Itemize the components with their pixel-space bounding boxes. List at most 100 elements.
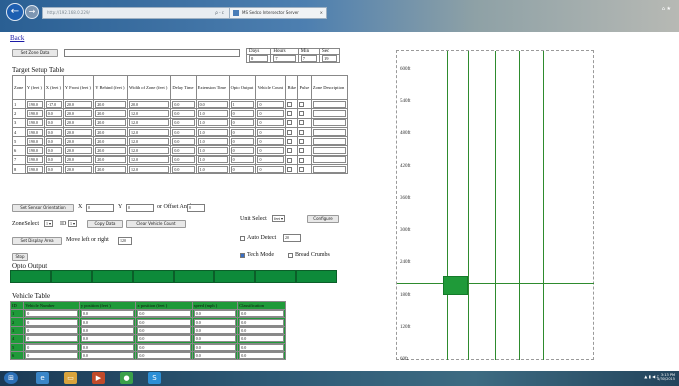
offset-angle-input[interactable]: 0 — [187, 204, 205, 212]
pulse-checkbox[interactable] — [299, 120, 305, 126]
zone-opto-input[interactable]: 0 — [230, 119, 255, 127]
browser-tab[interactable]: MS Sedco Intersector Server × — [229, 7, 327, 19]
zone-delay-input[interactable]: 0.0 — [172, 156, 195, 164]
pulse-checkbox[interactable] — [299, 166, 305, 172]
uptime-field[interactable]: 7 — [273, 55, 296, 62]
bike-checkbox[interactable] — [287, 111, 293, 117]
x-input[interactable]: 0 — [86, 204, 114, 212]
zone-yfront-input[interactable]: 20.0 — [64, 165, 93, 173]
zone-description-input[interactable] — [312, 137, 346, 145]
zone-ext-input[interactable]: 0.0 — [197, 100, 228, 108]
zone-opto-input[interactable]: 0 — [230, 128, 255, 136]
explorer-icon[interactable]: ▭ — [64, 372, 77, 384]
copy-data-button[interactable]: Copy Data — [87, 220, 123, 228]
zone-ext-input[interactable]: 1.0 — [197, 128, 228, 136]
auto-detect-input[interactable]: 20 — [283, 234, 301, 242]
back-arrow-icon[interactable]: ← — [6, 3, 24, 21]
zone-ybehind-input[interactable]: 20.0 — [95, 165, 127, 173]
zone-width-input[interactable]: 12.0 — [129, 128, 170, 136]
uptime-field[interactable]: 0 — [249, 55, 269, 62]
zone-y-input[interactable]: 190.0 — [26, 119, 43, 127]
clear-vehicle-count-button[interactable]: Clear Vehicle Count — [126, 220, 186, 228]
zone-yfront-input[interactable]: 20.0 — [64, 156, 93, 164]
bike-checkbox[interactable] — [287, 148, 293, 154]
zone-description-input[interactable] — [312, 100, 346, 108]
zone-y-input[interactable]: 190.0 — [26, 156, 43, 164]
zone-ext-input[interactable]: 1.0 — [197, 165, 228, 173]
zone-x-input[interactable]: 0.0 — [45, 128, 62, 136]
zone-opto-input[interactable]: 0 — [230, 156, 255, 164]
bike-checkbox[interactable] — [287, 157, 293, 163]
configure-button[interactable]: Configure — [307, 215, 339, 223]
tech-mode-checkbox[interactable] — [240, 253, 245, 258]
zone-width-input[interactable]: 12.0 — [129, 109, 170, 117]
zone-delay-input[interactable]: 0.0 — [172, 165, 195, 173]
zone-yfront-input[interactable]: 20.0 — [64, 119, 93, 127]
auto-detect-checkbox[interactable] — [240, 236, 245, 241]
zone-x-input[interactable]: 0.0 — [45, 156, 62, 164]
bike-checkbox[interactable] — [287, 120, 293, 126]
bike-checkbox[interactable] — [287, 101, 293, 107]
bread-crumbs-checkbox[interactable] — [288, 253, 293, 258]
y-input[interactable]: 0 — [126, 204, 154, 212]
zone-x-input[interactable]: 0.0 — [45, 165, 62, 173]
pulse-checkbox[interactable] — [299, 111, 305, 117]
uptime-field[interactable]: 19 — [322, 55, 337, 62]
zone-data-input[interactable] — [64, 49, 240, 57]
zone-y-input[interactable]: 190.0 — [26, 147, 43, 155]
zone-count-input[interactable]: 0 — [257, 109, 285, 117]
media-icon[interactable]: ▶ — [92, 372, 105, 384]
zone-ext-input[interactable]: 1.0 — [197, 137, 228, 145]
zone-y-input[interactable]: 190.0 — [26, 109, 43, 117]
chrome-icon[interactable]: ● — [120, 372, 133, 384]
id-select-dropdown[interactable]: 1 ▾ — [68, 220, 78, 227]
zone-yfront-input[interactable]: 20.0 — [64, 128, 93, 136]
zone-x-input[interactable]: 0.0 — [45, 109, 62, 117]
zone-opto-input[interactable]: 1 — [230, 100, 255, 108]
zone-count-input[interactable]: 0 — [257, 100, 285, 108]
zone-opto-input[interactable]: 0 — [230, 165, 255, 173]
zone-yfront-input[interactable]: 20.0 — [64, 147, 93, 155]
clock[interactable]: 3:13 PM 4/30/2015 — [657, 373, 675, 381]
zone-delay-input[interactable]: 0.0 — [172, 128, 195, 136]
zone-width-input[interactable]: 12.0 — [129, 119, 170, 127]
pulse-checkbox[interactable] — [299, 101, 305, 107]
bike-checkbox[interactable] — [287, 129, 293, 135]
zone-count-input[interactable]: 0 — [257, 147, 285, 155]
ie-icon[interactable]: e — [36, 372, 49, 384]
zone-x-input[interactable]: 0.0 — [45, 147, 62, 155]
zone-ext-input[interactable]: 1.0 — [197, 156, 228, 164]
zone-width-input[interactable]: 12.0 — [129, 147, 170, 155]
zone-ybehind-input[interactable]: 20.0 — [95, 137, 127, 145]
back-link[interactable]: Back — [10, 34, 24, 42]
zone-count-input[interactable]: 0 — [257, 165, 285, 173]
zone-count-input[interactable]: 0 — [257, 137, 285, 145]
zone-count-input[interactable]: 0 — [257, 128, 285, 136]
zone-delay-input[interactable]: 0.0 — [172, 100, 195, 108]
zone-description-input[interactable] — [312, 119, 346, 127]
zone-x-input[interactable]: 0.0 — [45, 119, 62, 127]
zone-description-input[interactable] — [312, 165, 346, 173]
zone-ybehind-input[interactable]: 20.0 — [95, 156, 127, 164]
zone-delay-input[interactable]: 0.0 — [172, 137, 195, 145]
zone-select-dropdown[interactable]: 1 ▾ — [44, 220, 54, 227]
zone-width-input[interactable]: 12.0 — [129, 137, 170, 145]
zone-opto-input[interactable]: 0 — [230, 137, 255, 145]
zone-opto-input[interactable]: 0 — [230, 147, 255, 155]
tab-close-icon[interactable]: × — [320, 8, 323, 18]
pulse-checkbox[interactable] — [299, 139, 305, 145]
zone-description-input[interactable] — [312, 156, 346, 164]
zone-count-input[interactable]: 0 — [257, 119, 285, 127]
zone-ybehind-input[interactable]: 20.0 — [95, 100, 127, 108]
zone-description-input[interactable] — [312, 147, 346, 155]
unit-select-dropdown[interactable]: feet ▾ — [272, 215, 286, 222]
zone-ybehind-input[interactable]: 20.0 — [95, 147, 127, 155]
set-display-area-button[interactable]: Set Display Area — [12, 237, 62, 245]
zone-y-input[interactable]: 190.0 — [26, 165, 43, 173]
zone-y-input[interactable]: 190.0 — [26, 137, 43, 145]
zone-y-input[interactable]: 190.0 — [26, 100, 43, 108]
start-orb-icon[interactable]: ⊞ — [4, 372, 18, 384]
pulse-checkbox[interactable] — [299, 157, 305, 163]
zone-x-input[interactable]: -17.0 — [45, 100, 62, 108]
zone-ext-input[interactable]: 1.0 — [197, 147, 228, 155]
